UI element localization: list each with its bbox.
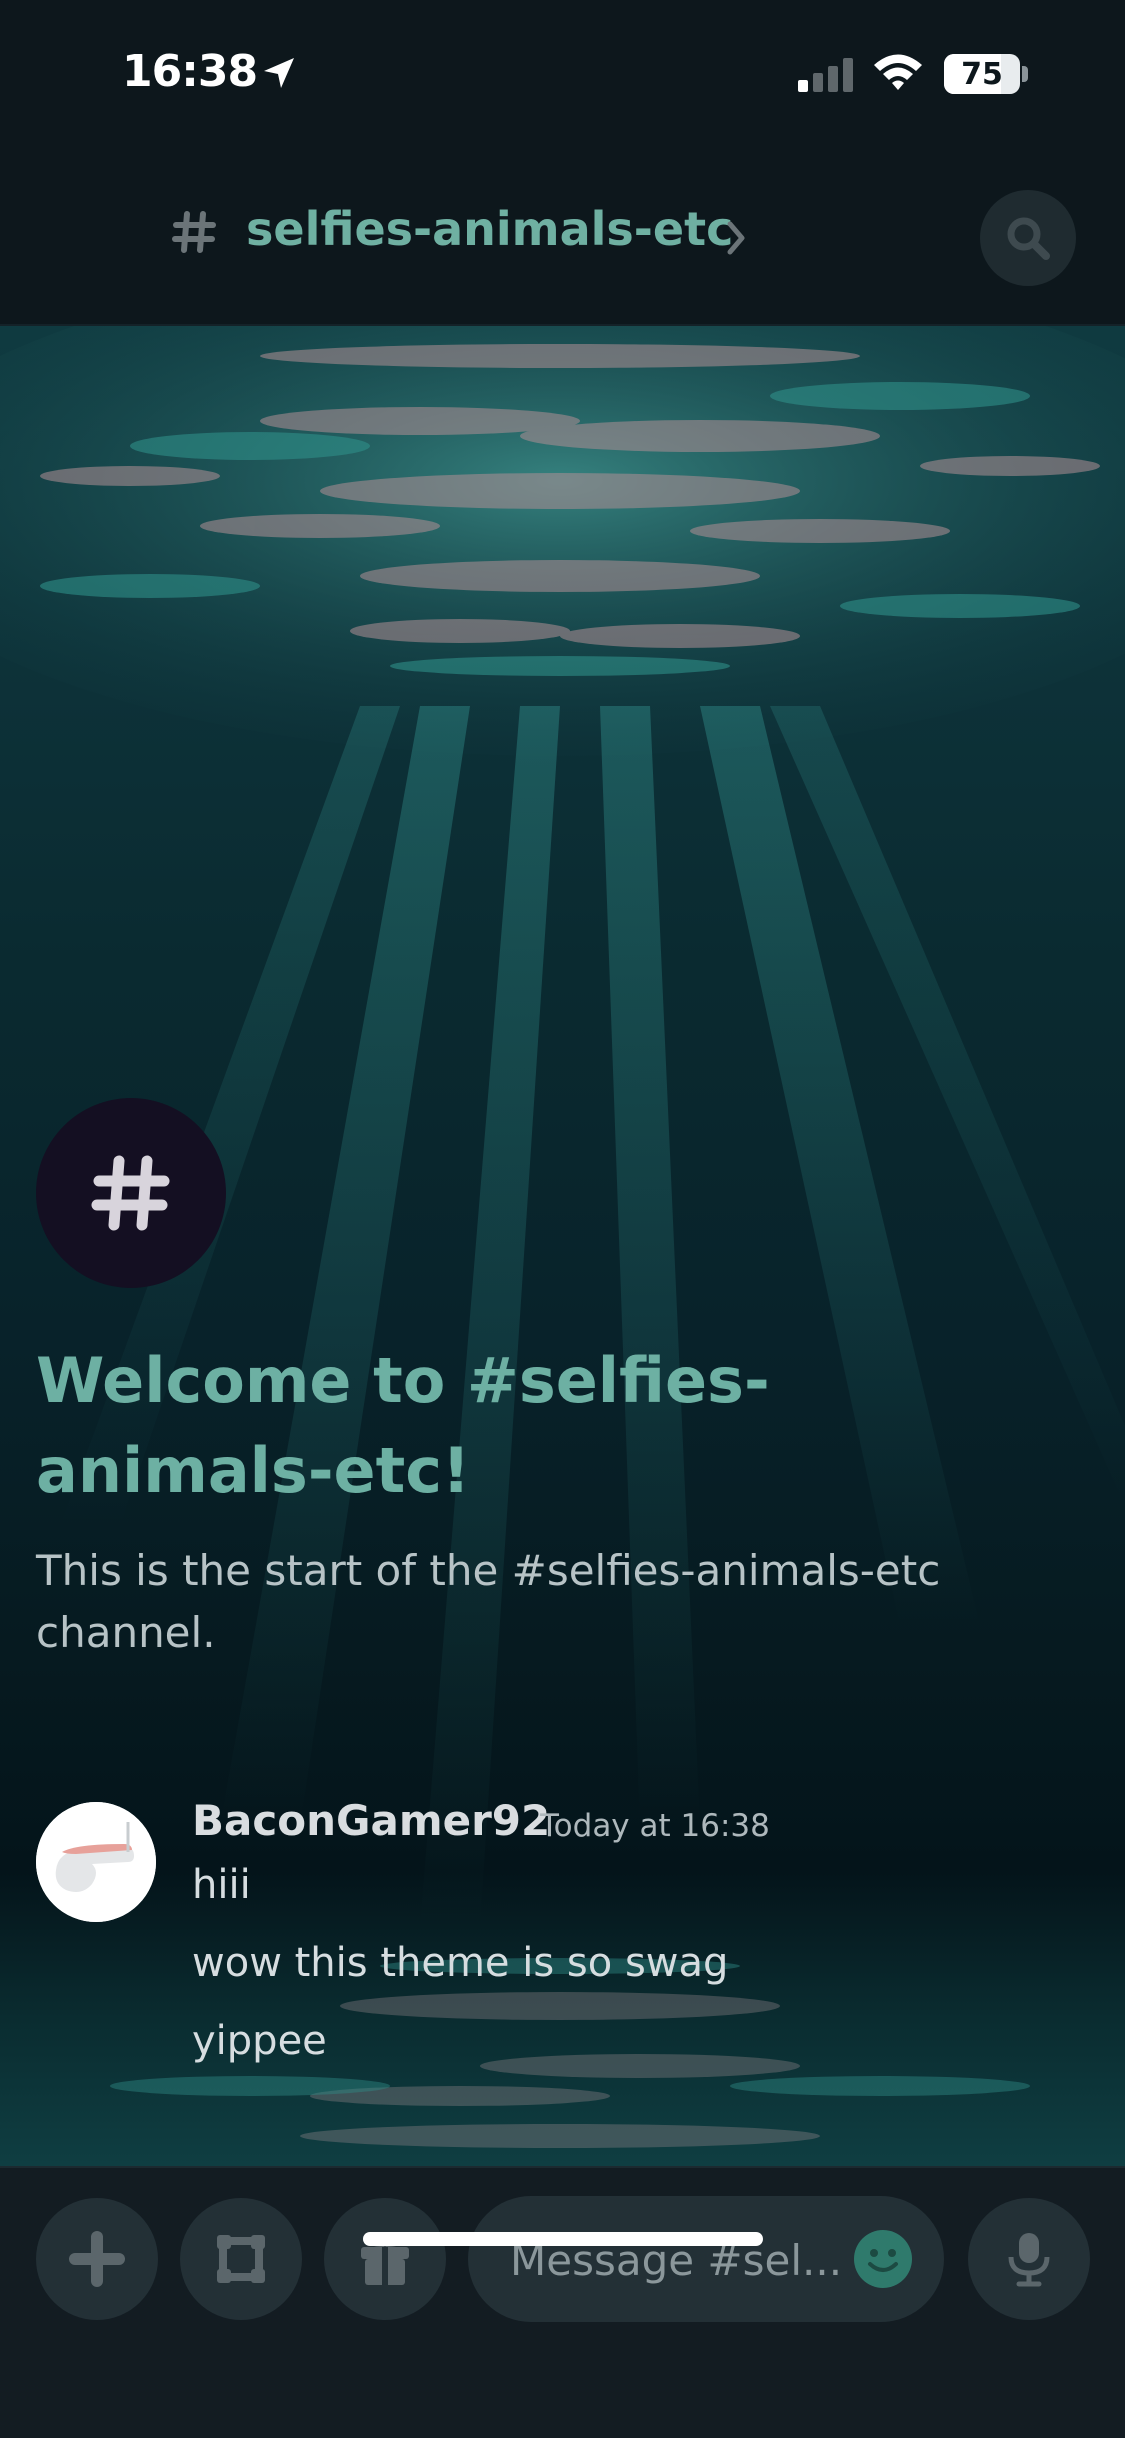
channel-title[interactable]: selfies-animals-etc — [246, 202, 733, 256]
home-indicator[interactable] — [363, 2232, 763, 2246]
chevron-right-icon[interactable] — [726, 220, 746, 256]
battery-percent: 75 — [961, 57, 1003, 92]
status-time: 16:38 — [122, 46, 258, 97]
plus-icon — [69, 2231, 125, 2287]
message-text: wow this theme is so swag — [192, 1940, 729, 1986]
battery-nub — [1022, 66, 1028, 82]
cellular-signal-icon — [798, 58, 853, 92]
gift-button[interactable] — [324, 2198, 446, 2320]
welcome-subtitle: This is the start of the #selfies-animal… — [36, 1546, 941, 1657]
message-input[interactable]: Message #sel... — [468, 2196, 944, 2322]
status-bar: 16:38 75 — [0, 0, 1125, 140]
message-timestamp: Today at 16:38 — [540, 1808, 770, 1844]
user-avatar-image — [36, 1802, 156, 1922]
emoji-icon[interactable] — [852, 2228, 914, 2290]
message-text: hiii — [192, 1862, 251, 1908]
add-button[interactable] — [36, 2198, 158, 2320]
message-text: yippee — [192, 2018, 327, 2064]
voice-message-button[interactable] — [968, 2198, 1090, 2320]
search-button[interactable] — [980, 190, 1076, 286]
apps-button[interactable] — [180, 2198, 302, 2320]
channel-avatar — [36, 1098, 226, 1288]
avatar[interactable] — [36, 1802, 156, 1922]
location-arrow-icon — [264, 58, 294, 88]
channel-hash-icon — [91, 1155, 170, 1231]
message-composer: Message #sel... — [0, 2166, 1125, 2438]
channel-header: selfies-animals-etc — [0, 140, 1125, 326]
microphone-icon — [1008, 2233, 1050, 2287]
search-icon — [1007, 217, 1050, 260]
message-author[interactable]: BaconGamer92 — [192, 1796, 550, 1845]
welcome-title: Welcome to #selfies-animals-etc! — [36, 1344, 770, 1507]
battery-indicator: 75 — [944, 54, 1020, 94]
channel-hash-icon — [172, 211, 216, 253]
apps-icon — [217, 2235, 265, 2283]
wifi-icon — [874, 54, 922, 90]
